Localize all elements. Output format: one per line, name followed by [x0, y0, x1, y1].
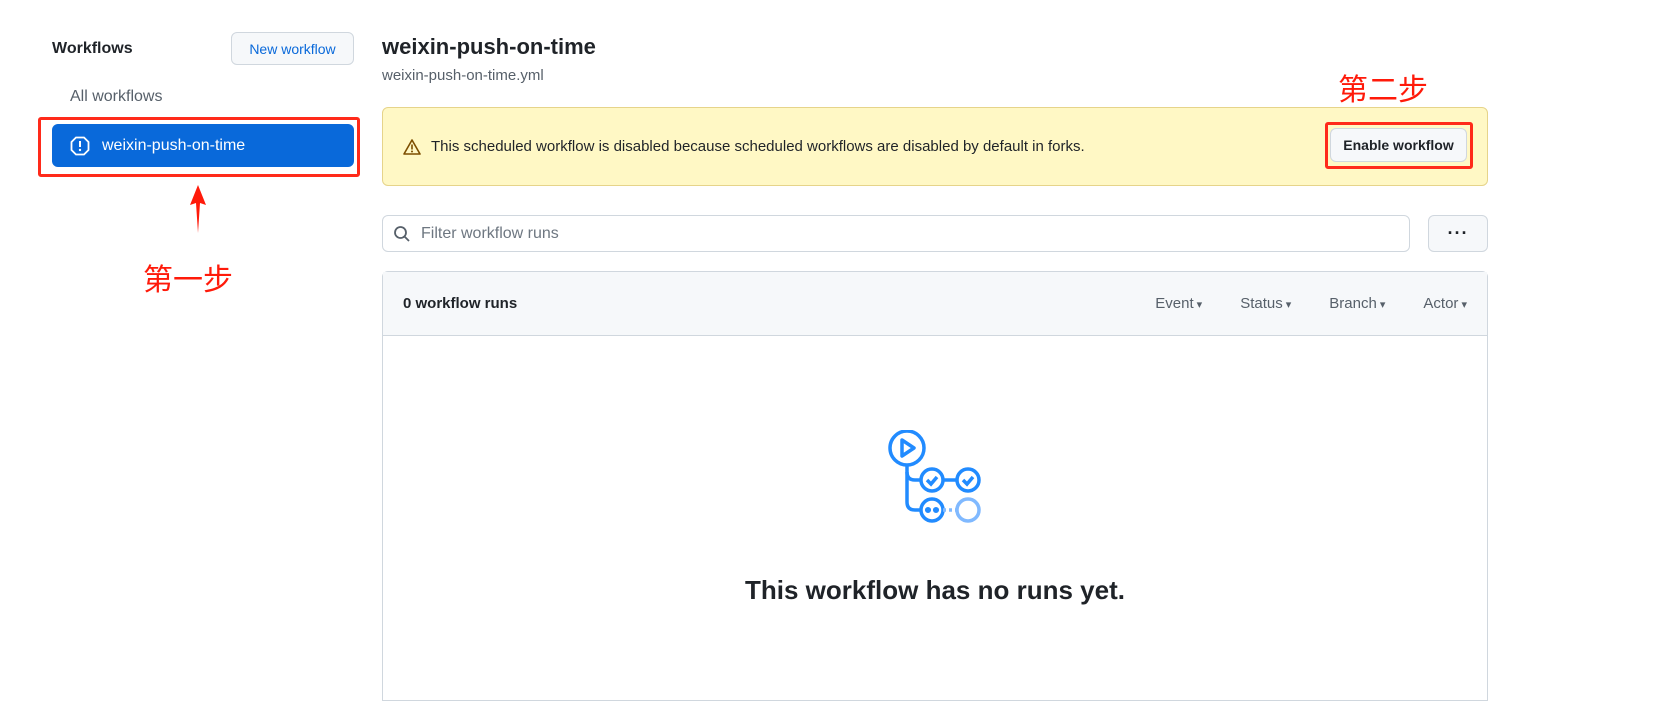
new-workflow-button[interactable]: New workflow: [231, 32, 354, 65]
annotation-highlight-step2: [1325, 122, 1473, 169]
status-filter[interactable]: Status: [1240, 295, 1291, 312]
workflow-empty-icon: [888, 430, 981, 523]
sidebar-title: Workflows: [52, 40, 133, 57]
filter-placeholder: Filter workflow runs: [421, 224, 559, 242]
annotation-arrow-icon: [190, 185, 206, 233]
branch-filter[interactable]: Branch: [1329, 295, 1385, 312]
runs-header: 0 workflow runs Event Status Branch Acto…: [383, 272, 1487, 336]
sidebar-item-all-workflows[interactable]: All workflows: [70, 88, 162, 106]
more-options-button[interactable]: ···: [1428, 215, 1488, 252]
warning-icon: [403, 138, 421, 155]
actor-filter[interactable]: Actor: [1423, 295, 1467, 312]
annotation-highlight-step1: [38, 117, 360, 177]
annotation-step1: 第一步: [143, 263, 233, 298]
filter-runs-input[interactable]: Filter workflow runs: [382, 215, 1410, 252]
runs-count: 0 workflow runs: [403, 295, 518, 312]
workflow-file-link[interactable]: weixin-push-on-time.yml: [382, 67, 544, 84]
event-filter[interactable]: Event: [1155, 295, 1202, 312]
empty-state-text: This workflow has no runs yet.: [745, 575, 1125, 605]
disabled-banner: This scheduled workflow is disabled beca…: [382, 107, 1488, 186]
search-icon: [394, 225, 410, 242]
annotation-step2: 第二步: [1338, 73, 1428, 108]
banner-text: This scheduled workflow is disabled beca…: [431, 138, 1085, 155]
page-title: weixin-push-on-time: [382, 34, 596, 59]
